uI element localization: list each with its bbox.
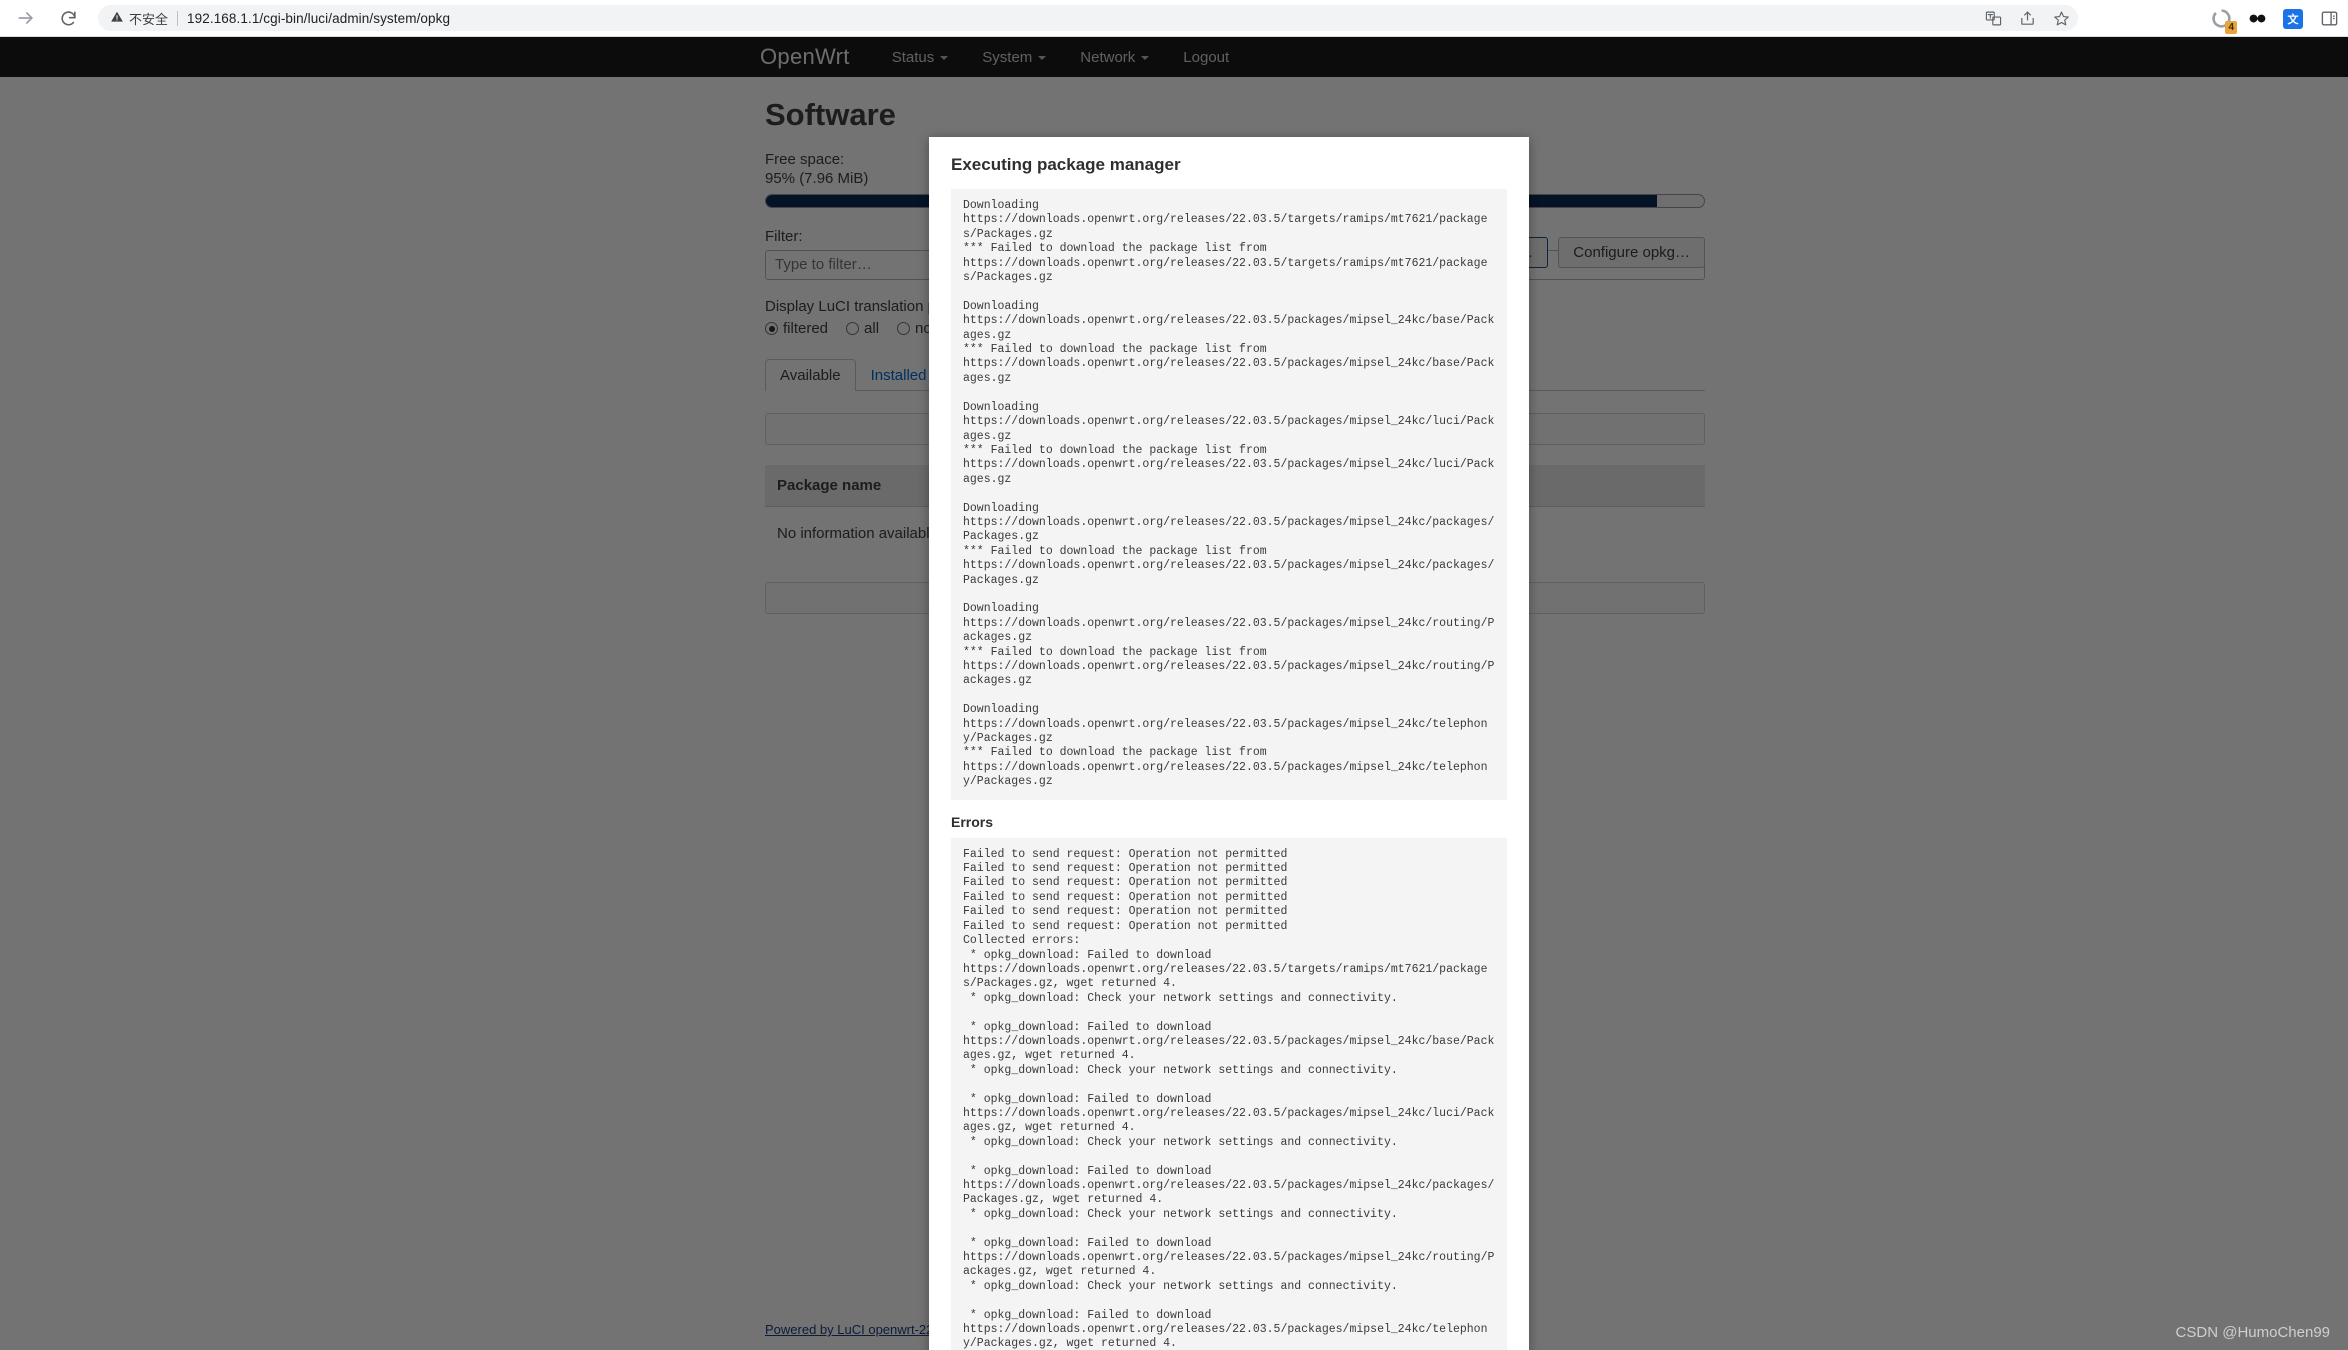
page-viewport: OpenWrt Status System Network Logout Sof… — [0, 37, 2348, 1350]
translate-icon[interactable] — [1982, 7, 2004, 29]
package-manager-log: Downloading https://downloads.openwrt.or… — [951, 189, 1507, 800]
executing-package-manager-modal: Executing package manager Downloading ht… — [929, 137, 1529, 1350]
side-panel-icon[interactable] — [2318, 8, 2340, 30]
omnibox-divider — [177, 10, 179, 26]
translate-extension-icon[interactable]: 文 — [2282, 8, 2304, 30]
modal-title: Executing package manager — [951, 155, 1181, 174]
watermark: CSDN @HumoChen99 — [2175, 1324, 2330, 1341]
star-icon[interactable] — [2050, 7, 2072, 29]
omnibox-actions — [1982, 5, 2072, 31]
warning-triangle-icon — [110, 10, 124, 27]
share-icon[interactable] — [2016, 7, 2038, 29]
reload-icon[interactable] — [48, 3, 88, 33]
browser-toolbar: 不安全 192.168.1.1/cgi-bin/luci/admin/syste… — [0, 0, 2348, 37]
extension-badge-count: 4 — [2225, 20, 2237, 34]
errors-heading: Errors — [951, 813, 994, 830]
browser-extension-toolbar: 4 文 — [2210, 0, 2340, 37]
browser-nav-buttons — [0, 3, 88, 33]
url-text: 192.168.1.1/cgi-bin/luci/admin/system/op… — [187, 10, 451, 26]
package-manager-errors: Failed to send request: Operation not pe… — [951, 837, 1507, 1350]
security-label: 不安全 — [129, 11, 169, 27]
address-bar[interactable]: 不安全 192.168.1.1/cgi-bin/luci/admin/syste… — [98, 5, 2078, 31]
forward-arrow-icon[interactable] — [6, 3, 46, 33]
site-security-indicator[interactable]: 不安全 — [110, 9, 168, 28]
extension-progress-icon[interactable]: 4 — [2210, 8, 2237, 34]
glasses-extension-icon[interactable] — [2246, 8, 2268, 30]
